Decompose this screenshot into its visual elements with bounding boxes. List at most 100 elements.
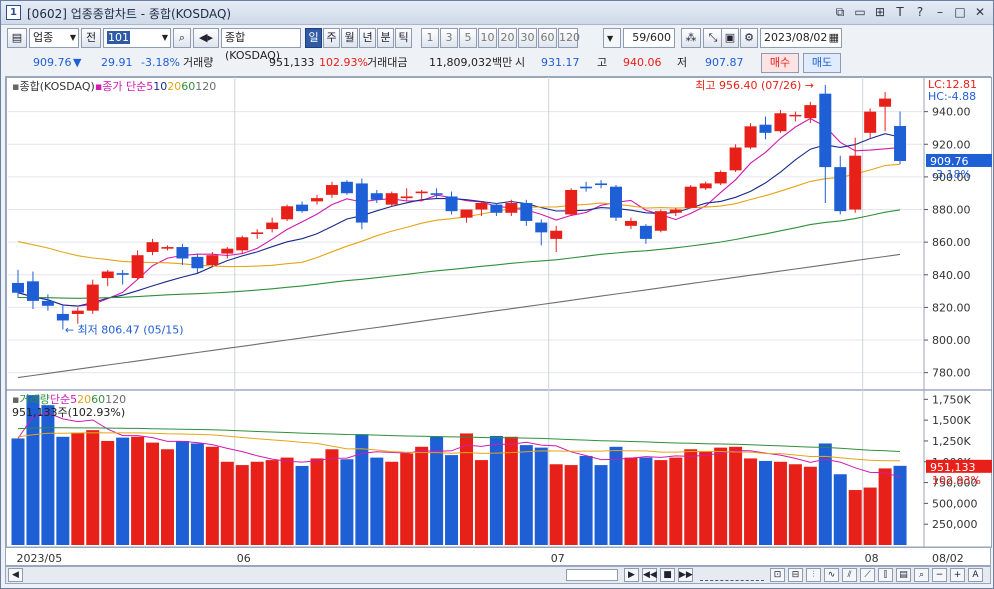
interval-button-5[interactable]: 5 (459, 28, 477, 48)
chart-copy-icon[interactable]: ⊟ (788, 568, 803, 582)
play-icon[interactable]: ▶ (624, 568, 639, 582)
interval-button-30[interactable]: 30 (518, 28, 537, 48)
speaker-icon[interactable]: ◀▸ (193, 28, 219, 48)
volume-bar (773, 461, 787, 545)
line-icon[interactable]: ∿ (824, 568, 839, 582)
sell-button[interactable]: 매도 (803, 53, 841, 73)
settings-small-icon[interactable]: ▤ (896, 568, 911, 582)
maximize-icon[interactable]: □ (953, 4, 967, 20)
minimize-icon[interactable]: – (933, 4, 947, 20)
period-button-4[interactable]: 분 (377, 28, 394, 48)
layout-icon[interactable]: ▤ (7, 28, 27, 48)
volume-bar (729, 446, 743, 545)
legend-ma-period: 120 (195, 80, 216, 93)
bar-icon[interactable]: ⫽ (842, 568, 857, 582)
volume-bar (56, 436, 70, 545)
help-icon[interactable]: ? (913, 4, 927, 20)
buy-button[interactable]: 매수 (761, 53, 799, 73)
period-button-1[interactable]: 주 (323, 28, 340, 48)
code-name-field: 종합(KOSDAQ) (221, 28, 301, 62)
candle-icon[interactable]: ⫶ (806, 568, 821, 582)
volume-bar (788, 464, 802, 545)
volume-bar (265, 460, 279, 545)
font-icon[interactable]: T (893, 4, 907, 20)
compare-icon[interactable]: ⫿ (878, 568, 893, 582)
scroll-left-icon[interactable]: ◀ (8, 568, 23, 582)
volume-bar (833, 474, 847, 545)
chevron-down-icon: ▼ (161, 33, 168, 42)
period-button-0[interactable]: 일 (305, 28, 322, 48)
volume-bar (714, 447, 728, 545)
candle-body (804, 105, 817, 119)
volume-label: 거래량 (183, 56, 214, 69)
volume-bar (699, 451, 713, 545)
window-title: [0602] 업종종합차트 - 종합(KOSDAQ) (27, 7, 232, 21)
market-select-value: 업종 (33, 31, 54, 44)
volume-bar (175, 440, 189, 545)
candle-body (281, 206, 294, 220)
chart-scrollbar[interactable]: ◀ ▶ ◀◀ ■ ▶▶ ⊡ ⊟ ⫶ ∿ ⫽ ⟋ ⫿ ▤ ⌕ − + A (5, 566, 991, 584)
candle-body (101, 271, 114, 279)
candle-body (789, 114, 802, 117)
fast-forward-icon[interactable]: ▶▶ (678, 568, 693, 582)
market-select[interactable]: 업종 ▼ (29, 28, 79, 48)
trend-icon[interactable]: ⟋ (860, 568, 875, 582)
rewind-icon[interactable]: ◀◀ (642, 568, 657, 582)
candle-body (550, 230, 563, 239)
zoom-out-icon[interactable]: − (932, 568, 947, 582)
legend-ma-period: 10 (153, 80, 167, 93)
search-icon[interactable]: ⌕ (173, 28, 191, 48)
volume-bar (519, 445, 533, 545)
restore-icon[interactable]: ▭ (853, 4, 867, 20)
period-button-3[interactable]: 년 (359, 28, 376, 48)
date-field[interactable]: 2023/08/02 ▦ (760, 28, 842, 48)
price-tick-label: 800.00 (932, 334, 971, 347)
candle-body (684, 186, 697, 208)
chart-icon[interactable]: ⊡ (770, 568, 785, 582)
volume-bar (744, 458, 758, 545)
chart-area[interactable]: 940.00 920.00 900.00 880.00 860.00 840.00 820.… (5, 76, 992, 567)
scroll-thumb[interactable] (566, 569, 618, 581)
interval-button-60[interactable]: 60 (538, 28, 557, 48)
draw-tool-icon[interactable]: ⤡ (703, 28, 723, 48)
zoom-search-icon[interactable]: ⌕ (914, 568, 929, 582)
candle-body (385, 193, 398, 205)
interval-button-120[interactable]: 120 (558, 28, 580, 48)
volume-bar (280, 457, 294, 545)
candle-body (834, 167, 847, 212)
zoom-slider[interactable] (700, 569, 764, 581)
candlestick-chart[interactable]: 940.00920.00900.00880.00860.00840.00820.… (6, 77, 992, 567)
count-total: /600 (646, 31, 671, 44)
interval-button-20[interactable]: 20 (498, 28, 517, 48)
period-button-2[interactable]: 월 (341, 28, 358, 48)
link-icon[interactable]: ⧉ (833, 4, 847, 20)
indicator-icon[interactable]: ⁂ (681, 28, 701, 48)
zoom-in-icon[interactable]: + (950, 568, 965, 582)
price-tick-label: 880.00 (932, 204, 971, 217)
save-icon[interactable]: ▣ (721, 28, 739, 48)
close-icon[interactable]: ✕ (973, 4, 987, 20)
font-size-icon[interactable]: A (968, 568, 983, 582)
volume-bar (101, 440, 115, 545)
period-button-5[interactable]: 틱 (395, 28, 412, 48)
candle-body (116, 273, 129, 275)
interval-button-10[interactable]: 10 (478, 28, 497, 48)
volume-bar (220, 461, 234, 545)
volume-bar (818, 443, 832, 545)
copy-icon[interactable]: ⊞ (873, 4, 887, 20)
all-button[interactable]: 전 (81, 28, 101, 48)
stop-icon[interactable]: ■ (660, 568, 675, 582)
interval-button-1[interactable]: 1 (421, 28, 439, 48)
gear-icon[interactable]: ⚙ (740, 28, 758, 48)
interval-button-3[interactable]: 3 (440, 28, 458, 48)
date-value: 2023/08/02 (764, 31, 828, 44)
candle-body (296, 204, 309, 212)
interval-dropdown[interactable]: ▼ (603, 28, 621, 48)
x-axis-label: 08 (865, 552, 879, 565)
quote-volume: 951,133 (269, 56, 315, 69)
volume-bar (803, 466, 817, 545)
volume-tick-label: 500,000 (932, 497, 978, 510)
code-input[interactable]: 101 ▼ (103, 28, 171, 48)
count-field[interactable]: 59/600 (623, 28, 675, 48)
amount-label: 거래대금 (367, 56, 408, 69)
